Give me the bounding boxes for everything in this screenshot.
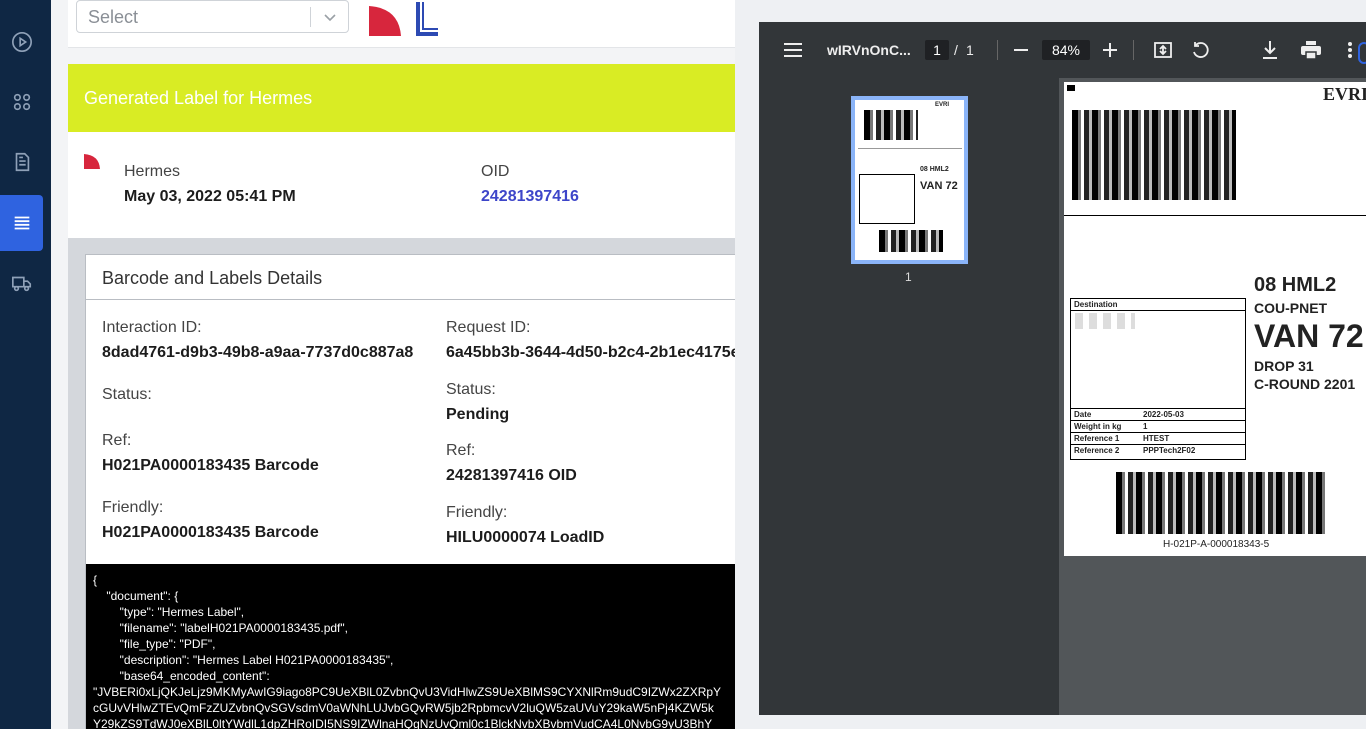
destination-address-blurred <box>1075 313 1135 329</box>
destination-header-rule <box>1071 310 1245 311</box>
destination-table: Destination Date 2022-05-03 Weight in kg… <box>1070 298 1246 460</box>
status-label-right: Status: <box>446 381 496 398</box>
play-circle-icon[interactable] <box>0 14 43 70</box>
carrier-name: Hermes <box>124 163 181 180</box>
banner-title: Generated Label for Hermes <box>84 88 313 108</box>
toolbar-divider <box>997 40 998 60</box>
label-summary: Hermes May 03, 2022 05:41 PM OID 2428139… <box>68 132 735 238</box>
chevron-down-icon <box>324 14 336 22</box>
carrier-l-logo-icon[interactable] <box>416 2 438 36</box>
page-thumbnail[interactable]: EVRI 08 HML2 VAN 72 <box>851 96 968 264</box>
table-row-reference-1: Reference 1 HTEST <box>1071 432 1245 444</box>
json-response-block[interactable]: { "document": { "type": "Hermes Label", … <box>86 564 735 729</box>
total-pages: 1 <box>966 42 974 58</box>
thumb-divider <box>858 148 962 149</box>
corner-mark <box>1067 85 1075 91</box>
fit-page-icon[interactable] <box>1154 41 1172 59</box>
truck-icon[interactable] <box>0 255 43 311</box>
select-divider <box>310 7 311 27</box>
thumb-van: VAN 72 <box>920 180 958 192</box>
carrier-select[interactable]: Select <box>76 0 349 33</box>
details-card: Barcode and Labels Details Interaction I… <box>85 254 735 729</box>
ref-label-left: Ref: <box>102 432 132 449</box>
filter-bar: Select <box>68 0 735 48</box>
pdf-page: EVRI 08 HML2 COU-PNET VAN 72 DROP 31 C-R… <box>1064 82 1366 556</box>
zoom-in-icon[interactable] <box>1103 43 1117 57</box>
interaction-id-value: 8dad4761-d9b3-49b8-a9aa-7737d0c887a8 <box>102 344 414 361</box>
table-row-date: Date 2022-05-03 <box>1071 408 1245 420</box>
print-icon[interactable] <box>1301 41 1321 59</box>
thumb-brand: EVRI <box>935 102 950 108</box>
interaction-id-label: Interaction ID: <box>102 319 202 336</box>
thumb-sort-code: 08 HML2 <box>920 166 949 173</box>
row-value: 2022-05-03 <box>1143 410 1184 419</box>
request-id-label: Request ID: <box>446 319 531 336</box>
hermes-mark-icon <box>84 154 100 169</box>
row-key: Date <box>1074 410 1092 419</box>
request-id-value: 6a45bb3b-3644-4d50-b2c4-2b1ec4175e <box>446 344 735 361</box>
table-row-weight: Weight in kg 1 <box>1071 420 1245 432</box>
row-key: Reference 2 <box>1074 446 1120 455</box>
details-title: Barcode and Labels Details <box>102 268 323 288</box>
row-value: 1 <box>1143 422 1148 431</box>
label-date: May 03, 2022 05:41 PM <box>124 188 296 205</box>
brand-logo: EVRI <box>1323 84 1366 104</box>
row-value: PPPTech2F02 <box>1143 446 1196 455</box>
more-options-icon[interactable] <box>1347 41 1353 59</box>
document-icon[interactable] <box>0 134 43 190</box>
destination-header: Destination <box>1074 300 1118 309</box>
zoom-level[interactable]: 84% <box>1042 40 1090 60</box>
list-icon[interactable] <box>0 195 43 251</box>
hermes-logo-icon[interactable] <box>369 6 401 36</box>
rotate-icon[interactable] <box>1191 41 1209 59</box>
pdf-viewer: wIRVnOnC... 1 / 1 84% EVRI 08 HML2 VAN 7… <box>759 22 1366 715</box>
top-barcode <box>1072 110 1236 200</box>
thumbnail-page-number: 1 <box>905 270 912 284</box>
status-label-left: Status: <box>102 386 152 403</box>
page-separator: / <box>954 42 958 58</box>
round-code: C-ROUND 2201 <box>1254 376 1356 392</box>
status-value-right: Pending <box>446 406 510 423</box>
label-divider <box>1064 215 1366 216</box>
friendly-value-right: HILU0000074 LoadID <box>446 529 605 546</box>
page-number-input[interactable]: 1 <box>925 40 949 60</box>
zoom-out-icon[interactable] <box>1014 49 1028 51</box>
oid-label: OID <box>481 163 510 180</box>
bottom-barcode <box>1116 472 1326 534</box>
overlay-handle[interactable] <box>1358 42 1366 64</box>
sidebar <box>0 0 51 729</box>
label-banner: Generated Label for Hermes <box>68 64 735 132</box>
thumb-destination-box <box>859 174 915 224</box>
drop-number: DROP 31 <box>1254 358 1314 374</box>
row-key: Reference 1 <box>1074 434 1120 443</box>
toolbar-divider-2 <box>1133 40 1134 60</box>
download-icon[interactable] <box>1262 41 1278 59</box>
ref-value-left: H021PA0000183435 Barcode <box>102 457 319 474</box>
ref-label-right: Ref: <box>446 442 476 459</box>
row-value: HTEST <box>1143 434 1170 443</box>
table-row-reference-2: Reference 2 PPPTech2F02 <box>1071 444 1245 456</box>
select-placeholder: Select <box>88 7 139 27</box>
friendly-label-right: Friendly: <box>446 504 508 521</box>
oid-link[interactable]: 24281397416 <box>481 188 579 206</box>
details-header: Barcode and Labels Details <box>86 255 735 300</box>
ref-value-right: 24281397416 OID <box>446 467 577 484</box>
van-number: VAN 72 <box>1254 318 1364 354</box>
thumb-barcode <box>864 110 918 140</box>
friendly-label-left: Friendly: <box>102 499 164 516</box>
pdf-toolbar: wIRVnOnC... 1 / 1 84% <box>759 22 1366 78</box>
row-key: Weight in kg <box>1074 422 1122 431</box>
thumbnail-panel: EVRI 08 HML2 VAN 72 1 <box>759 78 1059 715</box>
sort-code: 08 HML2 <box>1254 274 1337 296</box>
route-code: COU-PNET <box>1254 300 1328 316</box>
main-content: Select Generated Label for Hermes Hermes… <box>51 0 735 729</box>
menu-icon[interactable] <box>784 42 802 58</box>
thumb-bottom-barcode <box>879 230 943 252</box>
pdf-filename: wIRVnOnC... <box>827 42 911 58</box>
grid-icon[interactable] <box>0 74 43 130</box>
friendly-value-left: H021PA0000183435 Barcode <box>102 524 319 541</box>
barcode-text: H-021P-A-000018343-5 <box>1163 539 1270 550</box>
